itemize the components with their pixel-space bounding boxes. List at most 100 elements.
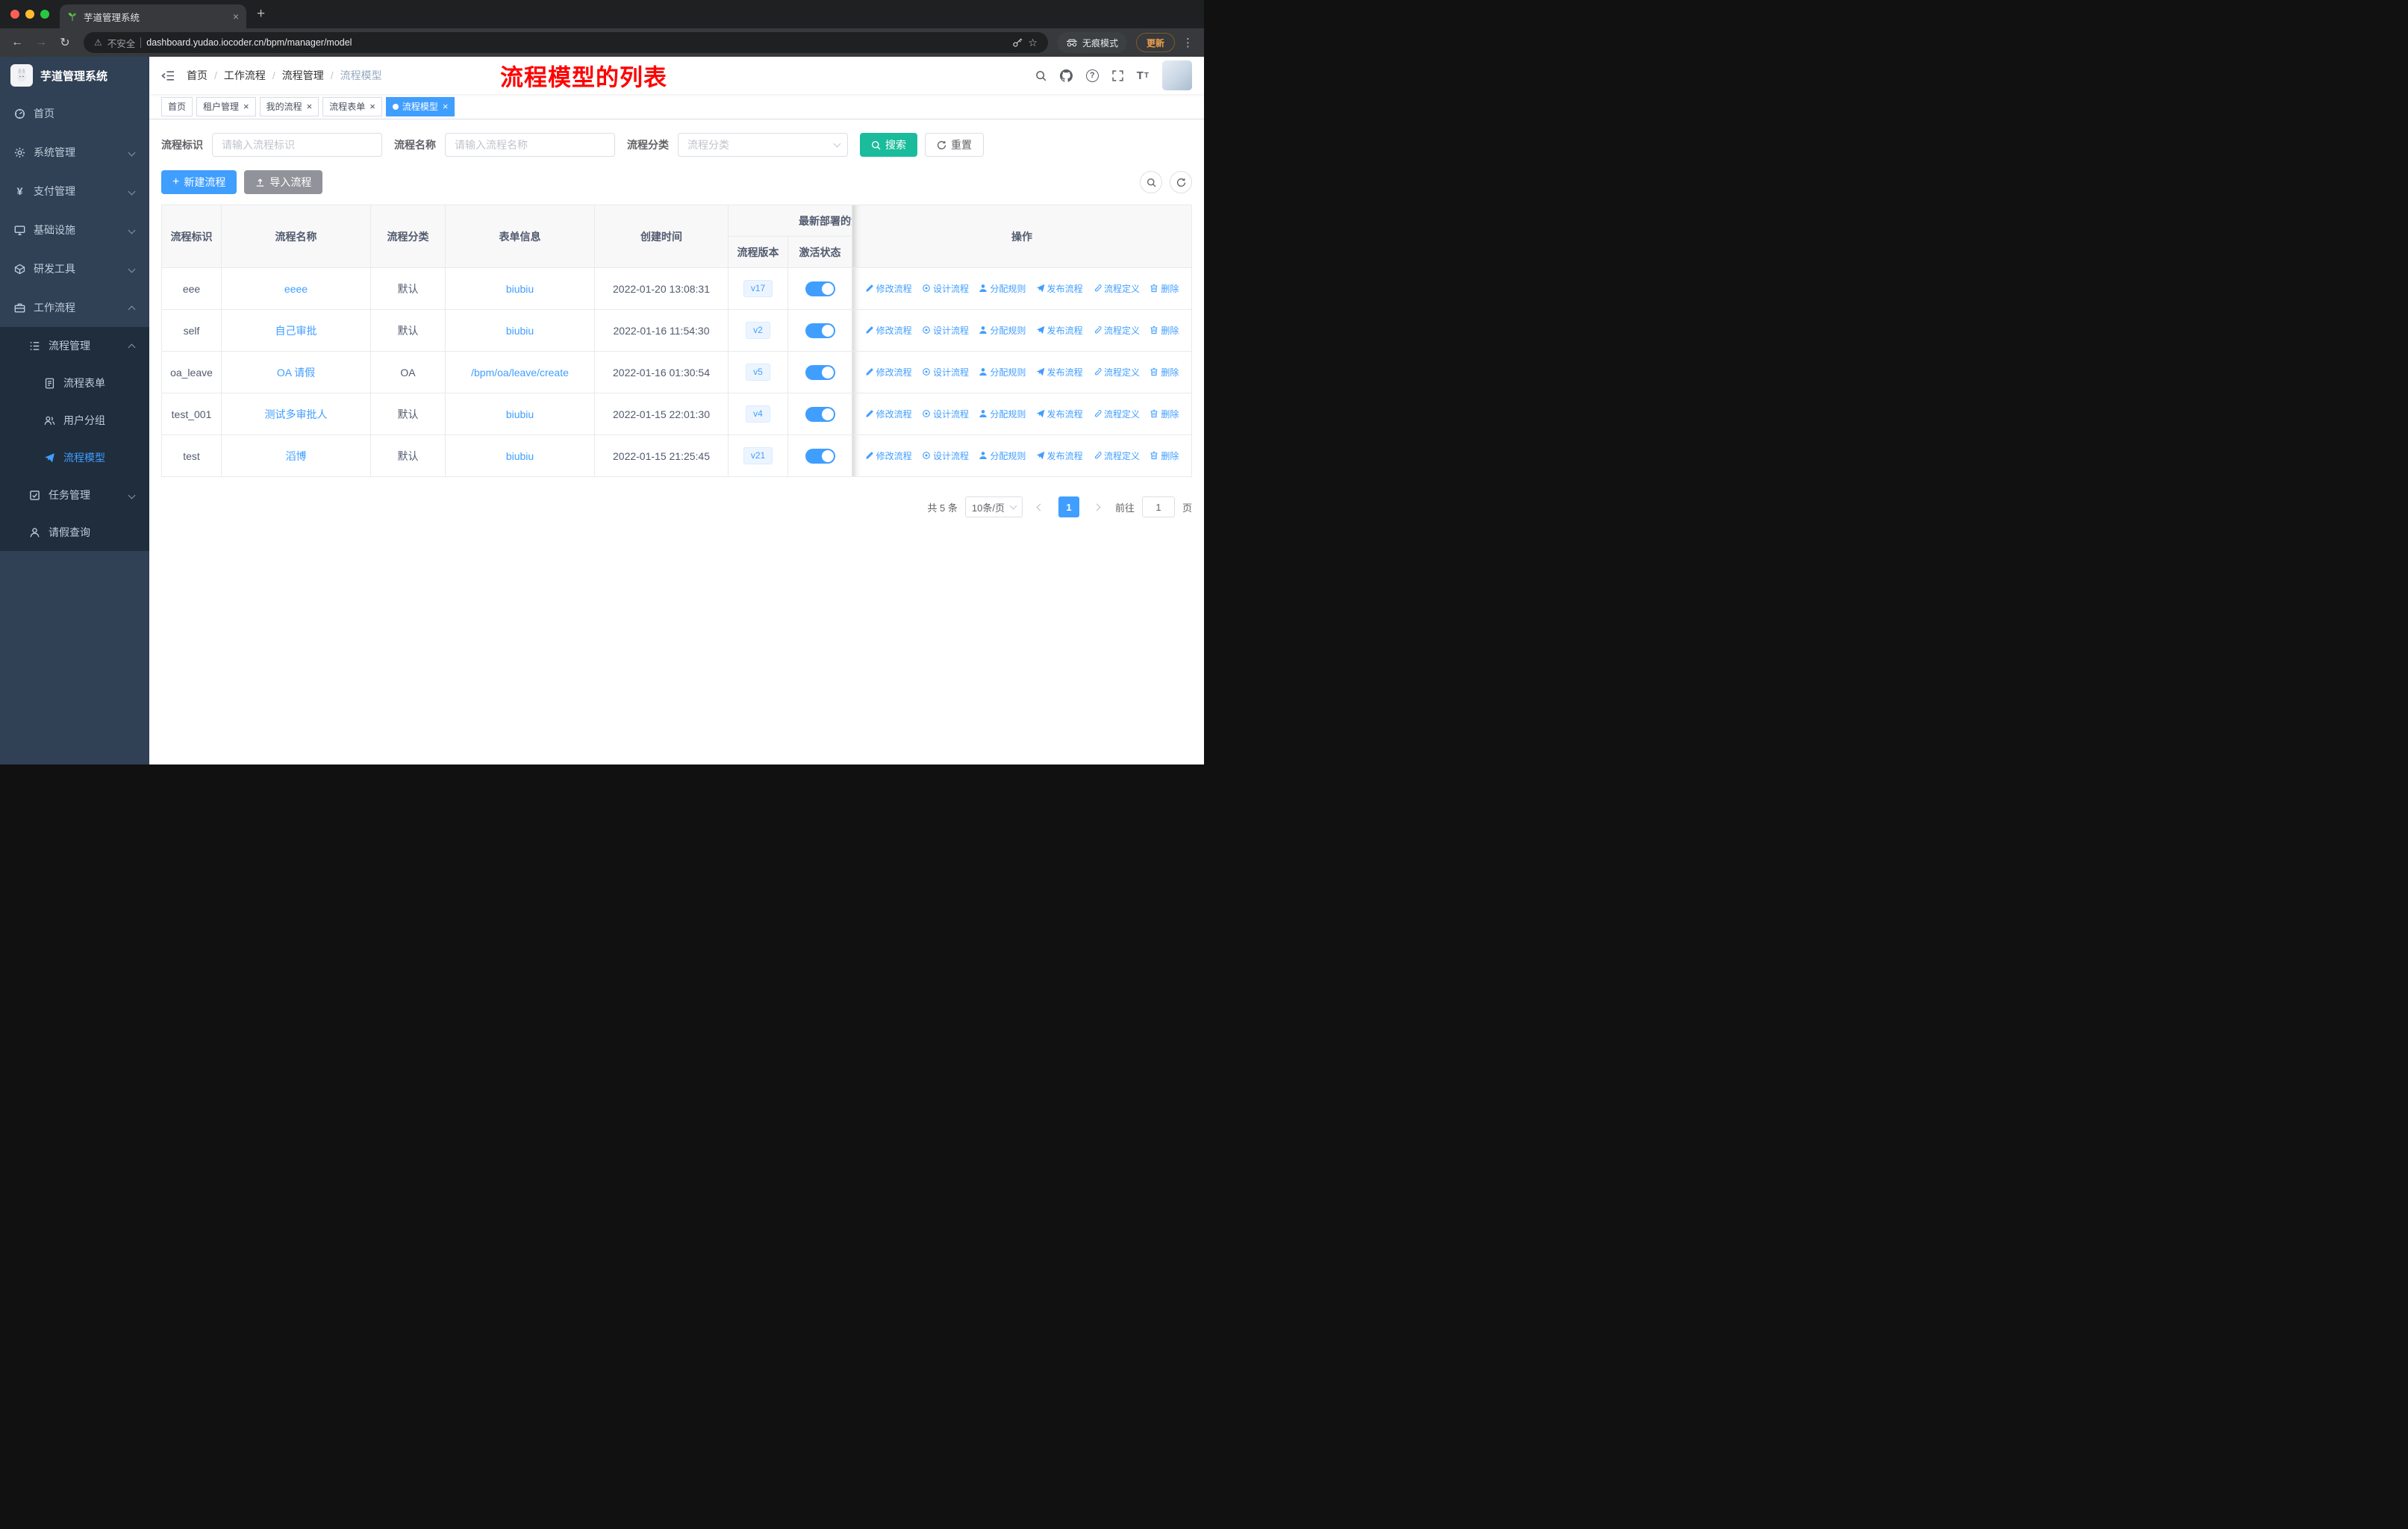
sidebar-item-leave-query[interactable]: 请假查询 [0,514,149,551]
action-modify-link[interactable]: 修改流程 [865,366,912,379]
action-definition-link[interactable]: 流程定义 [1093,449,1140,462]
tag-close-icon[interactable]: × [243,101,249,112]
page-number-button[interactable]: 1 [1058,496,1079,517]
tag-process-model[interactable]: 流程模型 × [385,96,455,116]
window-zoom-button[interactable] [40,10,49,19]
action-design-link[interactable]: 设计流程 [922,282,969,295]
action-publish-link[interactable]: 发布流程 [1036,366,1083,379]
status-toggle[interactable] [805,406,835,422]
goto-page-input[interactable] [1141,496,1175,517]
status-toggle[interactable] [805,323,835,338]
action-publish-link[interactable]: 发布流程 [1036,282,1083,295]
reload-button[interactable]: ↻ [55,35,75,50]
sidebar-item-process-manage[interactable]: 流程管理 [0,327,149,364]
sidebar-item-user-group[interactable]: 用户分组 [0,402,149,439]
back-button[interactable]: ← [7,36,27,49]
action-design-link[interactable]: 设计流程 [922,324,969,337]
form-info-link[interactable]: biubiu [506,283,534,295]
action-modify-link[interactable]: 修改流程 [865,324,912,337]
github-icon[interactable] [1059,69,1073,82]
process-name-link[interactable]: OA 请假 [277,367,315,379]
action-definition-link[interactable]: 流程定义 [1093,408,1140,420]
sidebar-item-process-model[interactable]: 流程模型 [0,439,149,476]
action-modify-link[interactable]: 修改流程 [865,408,912,420]
action-assign-rule-link[interactable]: 分配规则 [979,282,1026,295]
form-info-link[interactable]: biubiu [506,408,534,420]
help-icon[interactable]: ? [1085,69,1099,82]
toggle-search-button[interactable] [1140,171,1162,193]
next-page-button[interactable] [1087,496,1108,517]
reset-button[interactable]: 重置 [925,133,984,157]
sidebar-item-workflow[interactable]: 工作流程 [0,288,149,327]
tag-close-icon[interactable]: × [369,101,375,112]
process-name-link[interactable]: 滔博 [286,450,307,462]
action-assign-rule-link[interactable]: 分配规则 [979,449,1026,462]
tag-tenant-manage[interactable]: 租户管理 × [196,96,256,116]
window-close-button[interactable] [10,10,19,19]
action-delete-link[interactable]: 删除 [1150,282,1179,295]
action-delete-link[interactable]: 删除 [1150,449,1179,462]
search-icon[interactable] [1035,70,1047,81]
password-key-icon[interactable] [1012,37,1023,48]
breadcrumb-item[interactable]: 工作流程 [224,68,266,83]
sidebar-item-payment[interactable]: ¥ 支付管理 [0,172,149,211]
action-assign-rule-link[interactable]: 分配规则 [979,324,1026,337]
font-size-icon[interactable]: TT [1137,69,1149,82]
tab-close-icon[interactable]: × [233,10,239,22]
action-modify-link[interactable]: 修改流程 [865,282,912,295]
page-size-select[interactable]: 10条/页 [964,496,1023,517]
tag-home[interactable]: 首页 [161,96,193,116]
bookmark-star-icon[interactable]: ☆ [1028,37,1038,49]
category-select[interactable]: 流程分类 [678,133,848,157]
action-assign-rule-link[interactable]: 分配规则 [979,408,1026,420]
process-key-input[interactable] [212,133,382,157]
sidebar-toggle-button[interactable] [161,70,175,81]
import-process-button[interactable]: 导入流程 [244,170,323,194]
sidebar-item-home[interactable]: 首页 [0,94,149,133]
search-button[interactable]: 搜索 [860,133,917,157]
action-definition-link[interactable]: 流程定义 [1093,324,1140,337]
sidebar-item-infrastructure[interactable]: 基础设施 [0,211,149,249]
action-definition-link[interactable]: 流程定义 [1093,366,1140,379]
window-minimize-button[interactable] [25,10,34,19]
status-toggle[interactable] [805,364,835,380]
app-logo[interactable]: 芋道管理系统 [0,57,149,94]
action-delete-link[interactable]: 删除 [1150,324,1179,337]
action-definition-link[interactable]: 流程定义 [1093,282,1140,295]
tag-close-icon[interactable]: × [307,101,313,112]
process-name-input[interactable] [445,133,615,157]
tag-process-form[interactable]: 流程表单 × [322,96,382,116]
sidebar-item-system[interactable]: 系统管理 [0,133,149,172]
sidebar-item-devtools[interactable]: 研发工具 [0,249,149,288]
form-info-link[interactable]: /bpm/oa/leave/create [471,367,569,379]
browser-tab[interactable]: 芋道管理系统 × [60,4,246,28]
action-publish-link[interactable]: 发布流程 [1036,449,1083,462]
create-process-button[interactable]: + 新建流程 [161,170,237,194]
prev-page-button[interactable] [1030,496,1051,517]
forward-button[interactable]: → [31,36,51,49]
tag-my-process[interactable]: 我的流程 × [259,96,319,116]
action-modify-link[interactable]: 修改流程 [865,449,912,462]
user-avatar[interactable] [1162,60,1192,90]
action-publish-link[interactable]: 发布流程 [1036,408,1083,420]
breadcrumb-item[interactable]: 流程管理 [282,68,324,83]
action-delete-link[interactable]: 删除 [1150,408,1179,420]
sidebar-item-process-form[interactable]: 流程表单 [0,364,149,402]
new-tab-button[interactable]: + [257,6,265,22]
process-name-link[interactable]: 测试多审批人 [265,408,328,420]
action-design-link[interactable]: 设计流程 [922,408,969,420]
update-button[interactable]: 更新 [1135,33,1175,52]
action-delete-link[interactable]: 删除 [1150,366,1179,379]
status-toggle[interactable] [805,281,835,296]
sidebar-item-task-manage[interactable]: 任务管理 [0,476,149,514]
address-bar[interactable]: ⚠ 不安全 dashboard.yudao.iocoder.cn/bpm/man… [84,32,1048,53]
fullscreen-icon[interactable] [1112,69,1123,81]
process-name-link[interactable]: eeee [284,283,308,295]
process-name-link[interactable]: 自己审批 [275,325,317,337]
form-info-link[interactable]: biubiu [506,450,534,462]
action-design-link[interactable]: 设计流程 [922,366,969,379]
action-design-link[interactable]: 设计流程 [922,449,969,462]
tag-close-icon[interactable]: × [443,101,449,112]
breadcrumb-item[interactable]: 首页 [187,68,208,83]
browser-menu-icon[interactable]: ⋮ [1182,36,1194,49]
